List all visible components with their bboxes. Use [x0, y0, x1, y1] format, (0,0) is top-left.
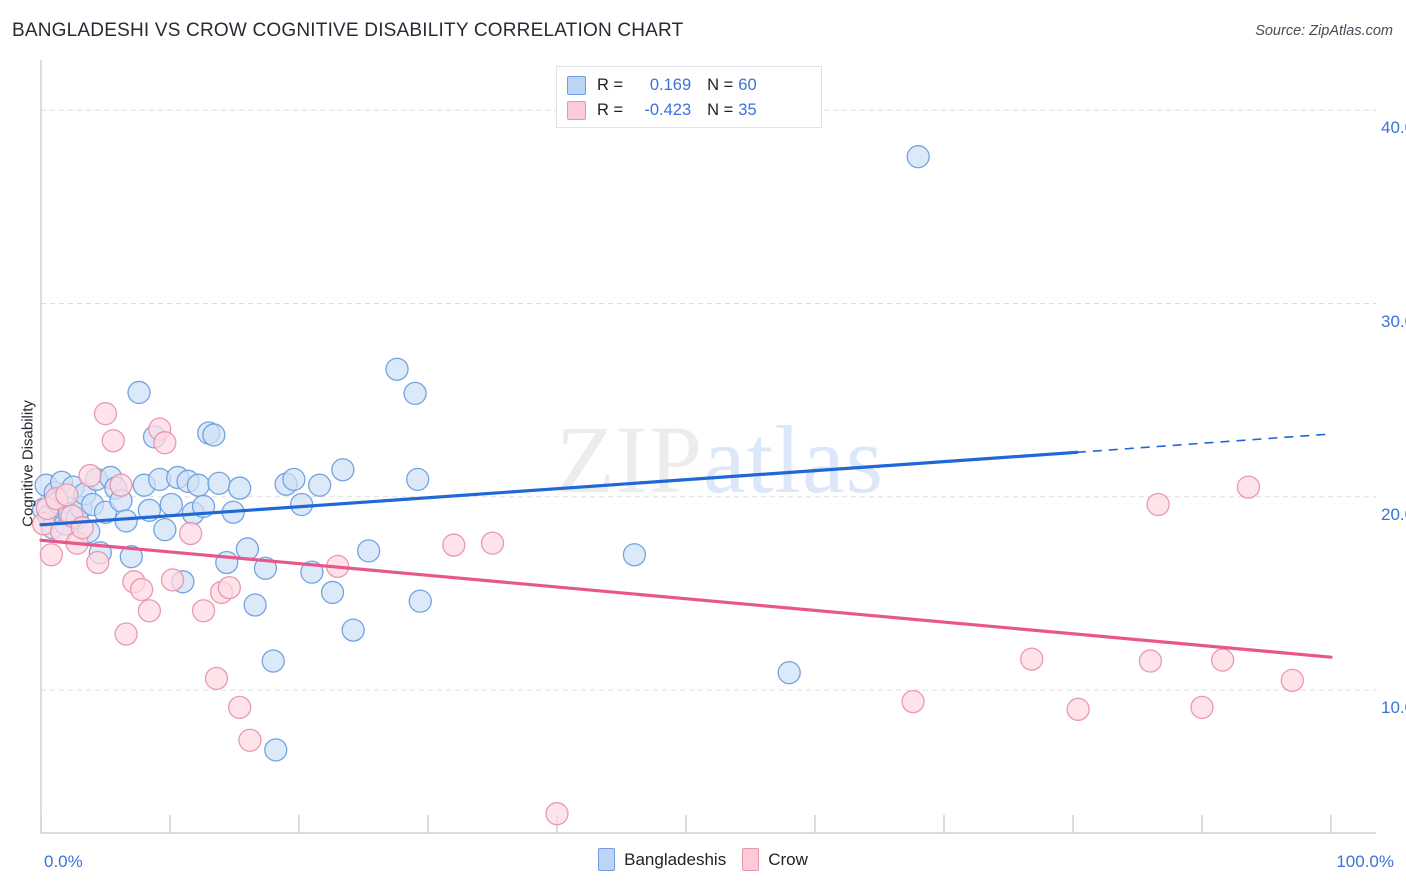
- scatter-point: [1138, 649, 1163, 673]
- scatter-point: [93, 402, 118, 426]
- scatter-point: [545, 802, 569, 826]
- scatter-point: [186, 473, 211, 497]
- scatter-point: [153, 431, 177, 455]
- y-axis-tick-label: 20.0%: [1381, 504, 1406, 524]
- correlation-chart: BANGLADESHI VS CROW COGNITIVE DISABILITY…: [0, 0, 1406, 892]
- scatter-point: [137, 599, 162, 623]
- n-value-blue: 60: [738, 76, 757, 94]
- scatter-point: [480, 531, 505, 555]
- y-axis-title: Cognitive Disability: [19, 400, 37, 527]
- legend-label-bangladeshis: Bangladeshis: [624, 849, 727, 869]
- scatter-point: [86, 550, 110, 575]
- legend-marker-crow-icon: [742, 848, 760, 871]
- n-label-pink: N =: [707, 101, 734, 119]
- scatter-point: [1190, 695, 1214, 720]
- scatter-point: [622, 543, 647, 567]
- scatter-point: [153, 517, 177, 542]
- scatter-point: [1066, 697, 1090, 721]
- r-label-pink: R =: [597, 101, 624, 119]
- scatter-point: [331, 458, 355, 482]
- scatter-point: [1146, 492, 1170, 517]
- plot-area: [31, 60, 1376, 834]
- scatter-point: [202, 423, 226, 447]
- scatter-point: [906, 145, 930, 169]
- scatter-point: [127, 380, 151, 405]
- scatter-series-crow: [31, 402, 1304, 826]
- n-label-blue: N =: [707, 76, 734, 94]
- scatter-point: [282, 467, 306, 492]
- legend-swatch-pink-icon: [567, 101, 586, 120]
- scatter-point: [403, 381, 427, 406]
- scatter-point: [238, 728, 262, 752]
- scatter-point: [39, 543, 63, 567]
- scatter-point: [204, 666, 229, 691]
- scatter-point: [235, 537, 260, 561]
- scatter-point: [385, 357, 409, 381]
- legend-item-bangladeshis[interactable]: Bangladeshis: [598, 848, 726, 871]
- x-axis-min-label: 0.0%: [44, 852, 83, 871]
- scatter-point: [55, 483, 79, 507]
- legend-label-crow: Crow: [768, 849, 808, 869]
- scatter-point: [777, 660, 801, 685]
- scatter-point: [261, 649, 285, 673]
- trendline-crow: [39, 538, 1333, 659]
- legend-swatch-blue-icon: [567, 76, 586, 95]
- r-value-pink: -0.423: [644, 101, 692, 119]
- scatter-point: [1210, 648, 1235, 672]
- legend-row-bangladeshis: R = 0.169 N = 60: [567, 73, 811, 98]
- scatter-point: [1020, 647, 1044, 671]
- scatter-point: [341, 618, 365, 642]
- scatter-point: [307, 473, 332, 497]
- scatter-point: [160, 568, 185, 592]
- scatter-point: [178, 521, 203, 546]
- scatter-point: [1280, 668, 1304, 692]
- scatter-point: [215, 550, 239, 575]
- scatter-point: [264, 738, 288, 762]
- x-axis-max-label: 100.0%: [1336, 852, 1394, 871]
- y-axis-tick-label: 30.0%: [1381, 311, 1406, 331]
- legend-item-crow[interactable]: Crow: [742, 848, 808, 871]
- scatter-point: [901, 689, 925, 714]
- r-label-blue: R =: [597, 76, 624, 94]
- correlation-stats-legend: R = 0.169 N = 60 R = -0.423 N = 35: [556, 66, 822, 128]
- n-value-pink: 35: [738, 101, 757, 119]
- legend-marker-bangladeshis-icon: [598, 848, 616, 871]
- scatter-point: [320, 580, 345, 605]
- scatter-point: [109, 473, 133, 497]
- scatter-point: [159, 492, 183, 517]
- scatter-point: [1236, 475, 1261, 499]
- scatter-point: [217, 575, 241, 600]
- scatter-point: [406, 467, 430, 492]
- scatter-point: [101, 429, 125, 453]
- r-value-blue: 0.169: [649, 76, 692, 94]
- y-axis-tick-label: 10.0%: [1381, 698, 1406, 717]
- scatter-point: [408, 589, 432, 613]
- scatter-point: [207, 471, 231, 495]
- scatter-point: [191, 599, 216, 623]
- scatter-point: [243, 593, 267, 617]
- scatter-point: [78, 463, 102, 488]
- scatter-point: [114, 622, 138, 646]
- scatter-point: [228, 695, 252, 720]
- scatter-point: [228, 476, 252, 500]
- legend-row-crow: R = -0.423 N = 35: [567, 98, 811, 123]
- scatter-point: [357, 539, 381, 563]
- scatter-point: [442, 533, 466, 557]
- trendline-bangladeshis-extrapolated: [1076, 433, 1332, 454]
- y-axis-tick-label: 40.0%: [1381, 118, 1406, 138]
- scatter-point: [129, 577, 154, 602]
